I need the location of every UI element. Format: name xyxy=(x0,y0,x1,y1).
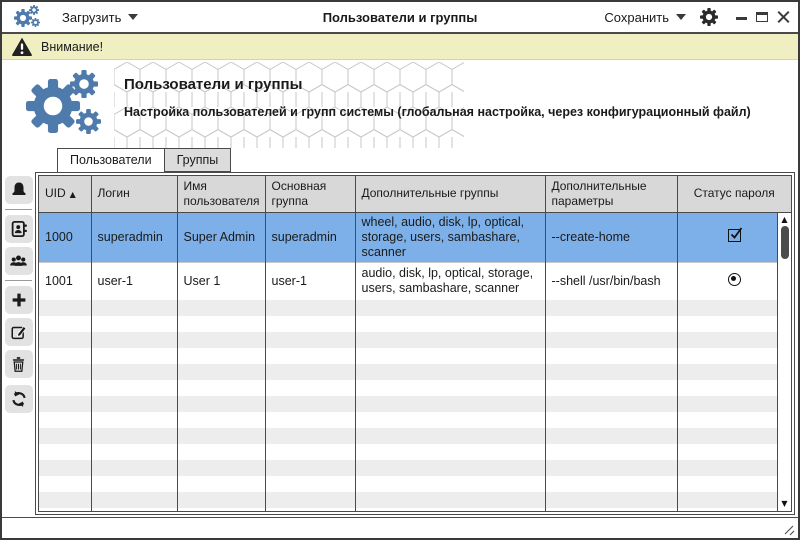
empty-table-row xyxy=(39,396,791,412)
cell-extra-groups: wheel, audio, disk, lp, optical, storage… xyxy=(355,212,545,262)
cell-password-status xyxy=(677,262,791,300)
page-subtitle: Настройка пользователей и групп системы … xyxy=(124,105,788,119)
minimize-button[interactable] xyxy=(736,17,747,20)
refresh-icon xyxy=(10,390,28,408)
column-header-uid[interactable]: UID▲ xyxy=(39,176,91,212)
sort-ascending-icon: ▲ xyxy=(70,190,76,199)
vertical-scrollbar[interactable]: ▲ ▼ xyxy=(777,213,791,511)
user-group-icon xyxy=(9,252,28,271)
column-header-password-status[interactable]: Статус пароля xyxy=(677,176,791,212)
user-groups-button[interactable] xyxy=(5,247,33,275)
warning-bar: Внимание! xyxy=(2,34,798,60)
delete-user-button[interactable] xyxy=(5,350,33,378)
tab-groups[interactable]: Группы xyxy=(165,148,232,172)
empty-table-row xyxy=(39,492,791,508)
column-header-extra-params[interactable]: Дополнительные параметры xyxy=(545,176,677,212)
table-row-superadmin[interactable]: 1000 superadmin Super Admin superadmin w… xyxy=(39,212,791,262)
cell-uid: 1001 xyxy=(39,262,91,300)
empty-table-row xyxy=(39,508,791,512)
load-menu-button[interactable]: Загрузить xyxy=(62,10,138,25)
bell-icon xyxy=(10,181,28,199)
column-header-login[interactable]: Логин xyxy=(91,176,177,212)
cell-extra-params: --shell /usr/bin/bash xyxy=(545,262,677,300)
empty-table-row xyxy=(39,460,791,476)
cell-password-status xyxy=(677,212,791,262)
empty-table-row xyxy=(39,348,791,364)
empty-table-row xyxy=(39,380,791,396)
users-table: UID▲ Логин Имя пользователя Основная гру… xyxy=(39,176,791,512)
empty-table-row xyxy=(39,476,791,492)
empty-table-row xyxy=(39,332,791,348)
maximize-button[interactable] xyxy=(756,12,768,22)
page-header: Пользователи и группы Настройка пользова… xyxy=(2,60,798,148)
app-window: Загрузить Пользователи и группы Сохранит… xyxy=(0,0,800,540)
edit-user-button[interactable] xyxy=(5,318,33,346)
empty-table-row xyxy=(39,444,791,460)
save-menu-button[interactable]: Сохранить xyxy=(604,10,686,25)
cell-extra-groups: audio, disk, lp, optical, storage, users… xyxy=(355,262,545,300)
toolbar-separator xyxy=(5,280,32,281)
cell-extra-params: --create-home xyxy=(545,212,677,262)
add-user-button[interactable] xyxy=(5,286,33,314)
tab-users-label: Пользователи xyxy=(70,153,152,167)
edit-pencil-icon xyxy=(10,323,28,341)
page-title: Пользователи и группы xyxy=(124,76,788,93)
empty-table-row xyxy=(39,412,791,428)
cell-login: superadmin xyxy=(91,212,177,262)
column-header-primary-group[interactable]: Основная группа xyxy=(265,176,355,212)
scroll-down-icon[interactable]: ▼ xyxy=(778,499,791,509)
load-menu-label: Загрузить xyxy=(62,10,121,25)
title-bar: Загрузить Пользователи и группы Сохранит… xyxy=(2,2,798,34)
settings-gear-icon[interactable] xyxy=(700,8,718,26)
scroll-up-icon[interactable]: ▲ xyxy=(778,215,791,225)
tab-users[interactable]: Пользователи xyxy=(57,148,165,172)
save-menu-label: Сохранить xyxy=(604,10,669,25)
notifications-bell-button[interactable] xyxy=(5,176,33,204)
scrollbar-thumb[interactable] xyxy=(781,226,789,259)
status-bar xyxy=(2,517,798,538)
cell-primary-group: superadmin xyxy=(265,212,355,262)
empty-table-row xyxy=(39,316,791,332)
users-groups-logo-icon xyxy=(26,70,108,136)
address-book-button[interactable] xyxy=(5,215,33,243)
tab-bar: Пользователи Группы xyxy=(2,148,798,172)
resize-grip-icon[interactable] xyxy=(782,523,795,536)
plus-icon xyxy=(10,291,28,309)
toolbar-separator xyxy=(5,209,32,210)
column-header-extra-groups[interactable]: Дополнительные группы xyxy=(355,176,545,212)
warning-triangle-icon xyxy=(12,38,32,56)
empty-table-row xyxy=(39,364,791,380)
toolbar-sidebar xyxy=(2,172,35,517)
table-header-row: UID▲ Логин Имя пользователя Основная гру… xyxy=(39,176,791,212)
tab-groups-label: Группы xyxy=(177,153,219,167)
close-button[interactable] xyxy=(777,11,790,24)
trash-icon xyxy=(10,356,27,373)
password-status-radio-selected[interactable] xyxy=(728,273,741,286)
refresh-button[interactable] xyxy=(5,385,33,413)
chevron-down-icon xyxy=(676,14,686,20)
password-status-checkbox-checked[interactable] xyxy=(728,229,741,242)
cell-name: Super Admin xyxy=(177,212,265,262)
cell-name: User 1 xyxy=(177,262,265,300)
app-gears-icon xyxy=(14,4,44,30)
users-table-container: UID▲ Логин Имя пользователя Основная гру… xyxy=(35,172,795,515)
table-row-user-1[interactable]: 1001 user-1 User 1 user-1 audio, disk, l… xyxy=(39,262,791,300)
address-book-icon xyxy=(10,220,28,238)
column-header-name[interactable]: Имя пользователя xyxy=(177,176,265,212)
empty-table-row xyxy=(39,428,791,444)
chevron-down-icon xyxy=(128,14,138,20)
cell-uid: 1000 xyxy=(39,212,91,262)
cell-login: user-1 xyxy=(91,262,177,300)
cell-primary-group: user-1 xyxy=(265,262,355,300)
empty-table-row xyxy=(39,300,791,316)
warning-text: Внимание! xyxy=(41,40,103,54)
